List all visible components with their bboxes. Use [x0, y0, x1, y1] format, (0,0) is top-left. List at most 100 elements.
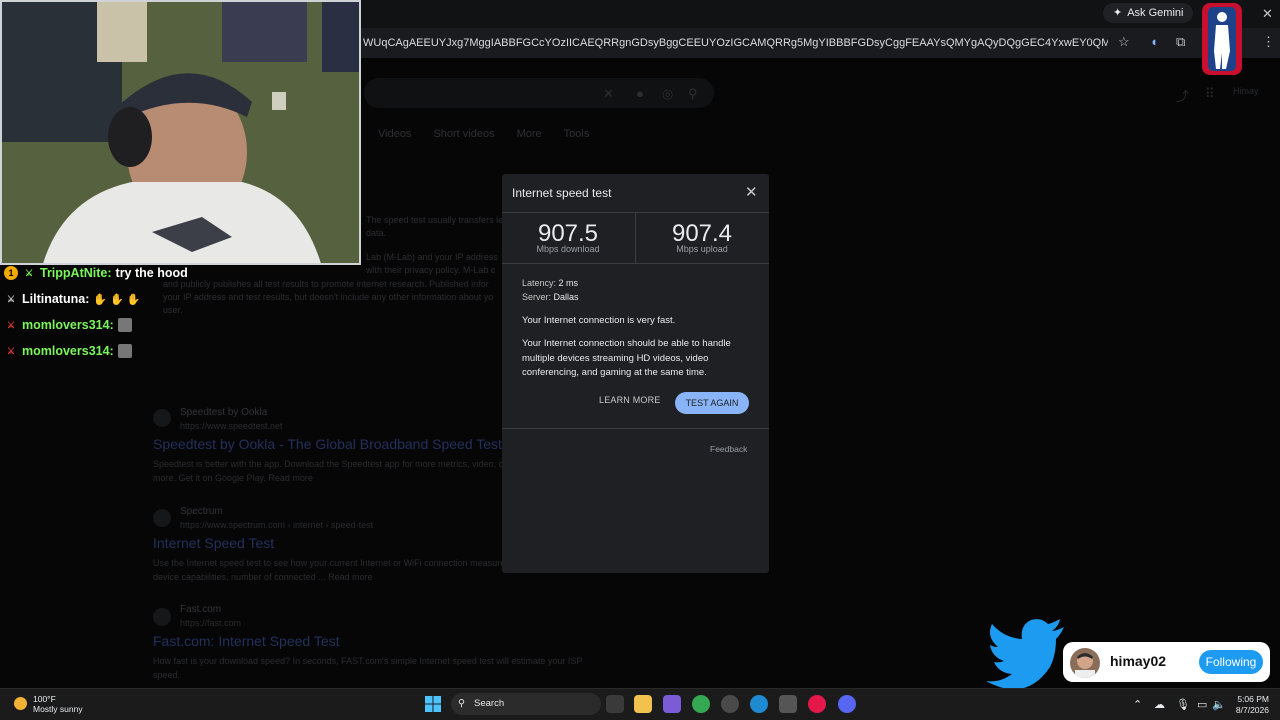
sword-icon: ⚔	[6, 346, 16, 356]
chrome-icon[interactable]	[692, 695, 710, 713]
result-title[interactable]: Fast.com: Internet Speed Test	[153, 633, 340, 649]
webcam-overlay	[0, 0, 361, 265]
share-icon[interactable]: ⤴	[1176, 86, 1189, 105]
close-icon[interactable]: ✕	[745, 183, 758, 201]
microphone-icon[interactable]: 🎙	[1176, 698, 1190, 711]
sword-icon: ⚔	[6, 294, 16, 304]
divider	[502, 263, 769, 264]
chat-username: TrippAtNite:	[40, 266, 112, 280]
result-site: Spectrum	[180, 506, 223, 517]
site-favicon	[153, 409, 171, 427]
address-bar[interactable]: WUqCAgAEEUYJxg7MggIABBFGCcYOzIICAEQRRgnG…	[363, 33, 1108, 53]
upload-unit: Mbps upload	[676, 244, 728, 254]
dialog-title: Internet speed test	[512, 186, 612, 200]
tab-videos[interactable]: Videos	[378, 128, 411, 140]
search-tabs: Videos Short videos More Tools	[378, 128, 589, 140]
bg-info-line: data.	[366, 228, 387, 238]
speed-test-dialog: Internet speed test ✕ 907.5 Mbps downloa…	[502, 174, 769, 573]
bg-info-line: and publicly publishes all test results …	[163, 279, 489, 289]
search-icon: ⚲	[458, 698, 465, 709]
chat-message: ⚔ momlovers314:	[4, 318, 132, 332]
emote-icon	[117, 344, 132, 358]
search-icon[interactable]: ⚲	[688, 86, 698, 102]
network-icon[interactable]: ▭	[1197, 698, 1207, 711]
twitter-bird-icon	[986, 619, 1064, 690]
volume-icon[interactable]: 🔈	[1212, 698, 1226, 711]
mic-icon[interactable]: ●	[636, 86, 644, 101]
file-explorer-icon[interactable]	[634, 695, 652, 713]
sword-icon: ⚔	[24, 268, 34, 278]
speed-detail: Your Internet connection should be able …	[522, 338, 731, 378]
result-site: Fast.com	[180, 604, 222, 615]
edge-icon[interactable]	[750, 695, 768, 713]
weather-temp: 100°F	[33, 694, 56, 704]
ask-gemini-button[interactable]: ✦ Ask Gemini	[1103, 3, 1194, 23]
onedrive-icon[interactable]: ☁	[1154, 698, 1165, 711]
clear-icon[interactable]: ✕	[603, 86, 614, 102]
avatar	[1070, 648, 1100, 678]
result-url[interactable]: https://fast.com	[180, 618, 241, 628]
result-title[interactable]: Speedtest by Ookla - The Global Broadban…	[153, 436, 502, 452]
extensions-icon[interactable]: ⧉	[1176, 34, 1185, 50]
windows-start-icon[interactable]	[425, 696, 441, 712]
result-title[interactable]: Internet Speed Test	[153, 535, 274, 551]
profile-avatar[interactable]: Himay	[1233, 86, 1259, 96]
discord-icon[interactable]	[838, 695, 856, 713]
chat-message: 1 ⚔ TrippAtNite: try the hood	[4, 266, 188, 280]
channel-logo	[1202, 3, 1242, 75]
menu-dots-icon[interactable]: ⋮	[1262, 34, 1275, 50]
obs-icon[interactable]	[721, 695, 739, 713]
apps-grid-icon[interactable]: ⠿	[1205, 86, 1215, 102]
download-unit: Mbps download	[536, 244, 600, 254]
weather-condition: Mostly sunny	[33, 704, 83, 714]
speed-summary: Your Internet connection is very fast.	[522, 315, 676, 326]
result-snippet: How fast is your download speed? In seco…	[153, 656, 583, 680]
follow-card: himay02 Following	[1063, 642, 1270, 682]
tab-short-videos[interactable]: Short videos	[433, 128, 494, 140]
bookmark-star-icon[interactable]: ☆	[1118, 34, 1130, 50]
chat-username: momlovers314:	[22, 318, 114, 332]
emote-icon: ✋ ✋ ✋	[93, 293, 141, 306]
copilot-icon[interactable]	[663, 695, 681, 713]
server-line: Server: Dallas	[522, 292, 579, 302]
feedback-link[interactable]: Feedback	[710, 444, 747, 454]
taskbar-search[interactable]: ⚲ Search	[451, 693, 601, 715]
chat-username: momlovers314:	[22, 344, 114, 358]
read-aloud-icon[interactable]: ◖	[1150, 34, 1158, 49]
site-favicon	[153, 509, 171, 527]
badge-icon: 1	[4, 266, 18, 280]
chat-username: Liltinatuna:	[22, 292, 90, 306]
twitter-username: himay02	[1110, 653, 1167, 669]
chat-message: ⚔ Liltinatuna: ✋ ✋ ✋	[4, 292, 141, 306]
result-site: Speedtest by Ookla	[180, 407, 268, 418]
test-again-button[interactable]: TEST AGAIN	[675, 392, 749, 414]
store-icon[interactable]	[779, 695, 797, 713]
emote-icon	[117, 318, 132, 332]
result-url[interactable]: https://www.speedtest.net	[180, 421, 283, 431]
sword-icon: ⚔	[6, 320, 16, 330]
weather-widget[interactable]: 100°F Mostly sunny	[14, 694, 83, 714]
task-view-icon[interactable]	[606, 695, 624, 713]
latency-line: Latency: 2 ms	[522, 278, 579, 288]
bg-info-line: with their privacy policy. M-Lab c	[366, 265, 496, 275]
learn-more-button[interactable]: LEARN MORE	[599, 395, 661, 405]
close-window-icon[interactable]: ✕	[1262, 6, 1273, 22]
media-player-icon[interactable]	[808, 695, 826, 713]
chevron-up-icon[interactable]: ⌃	[1133, 698, 1142, 711]
bg-info-line: user.	[163, 305, 183, 315]
following-button[interactable]: Following	[1199, 650, 1263, 674]
clock-date: 8/7/2026	[1235, 705, 1269, 715]
sun-icon	[14, 697, 27, 710]
bg-info-line: Lab (M-Lab) and your IP address	[366, 252, 498, 262]
bg-info-line: The speed test usually transfers less	[366, 215, 513, 225]
tab-tools[interactable]: Tools	[564, 128, 590, 140]
lens-icon[interactable]: ◎	[662, 86, 673, 102]
sparkle-icon: ✦	[1113, 7, 1123, 19]
bg-info-line: your IP address and test results, but do…	[163, 292, 494, 302]
chat-message: ⚔ momlovers314:	[4, 344, 132, 358]
system-clock[interactable]: 5:06 PM 8/7/2026	[1225, 694, 1269, 716]
divider	[502, 428, 769, 429]
chat-text: try the hood	[115, 266, 188, 280]
result-url[interactable]: https://www.spectrum.com › internet › sp…	[180, 520, 373, 530]
tab-more[interactable]: More	[517, 128, 542, 140]
